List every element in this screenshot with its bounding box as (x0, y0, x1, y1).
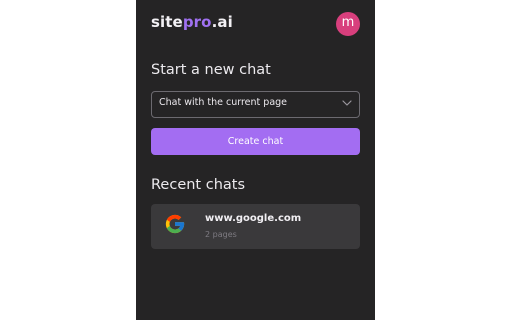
header: sitepro.ai m (151, 12, 360, 36)
chat-mode-select[interactable]: Chat with the current page (151, 91, 360, 118)
recent-chats-heading: Recent chats (151, 177, 246, 193)
avatar[interactable]: m (336, 12, 360, 36)
chat-mode-select-value: Chat with the current page (159, 97, 288, 108)
recent-chat-title: www.google.com (205, 213, 302, 224)
logo: sitepro.ai (151, 13, 233, 31)
chevron-down-icon (342, 100, 352, 106)
logo-accent: pro (182, 13, 212, 31)
logo-prefix: site (151, 13, 183, 31)
sidebar-panel: sitepro.ai m Start a new chat Chat with … (136, 0, 375, 320)
recent-chat-item[interactable]: www.google.com 2 pages (151, 204, 360, 249)
logo-suffix: .ai (211, 13, 233, 31)
recent-chat-subtitle: 2 pages (205, 230, 237, 239)
create-chat-button[interactable]: Create chat (151, 128, 360, 155)
google-icon (165, 214, 185, 234)
new-chat-heading: Start a new chat (151, 62, 271, 78)
